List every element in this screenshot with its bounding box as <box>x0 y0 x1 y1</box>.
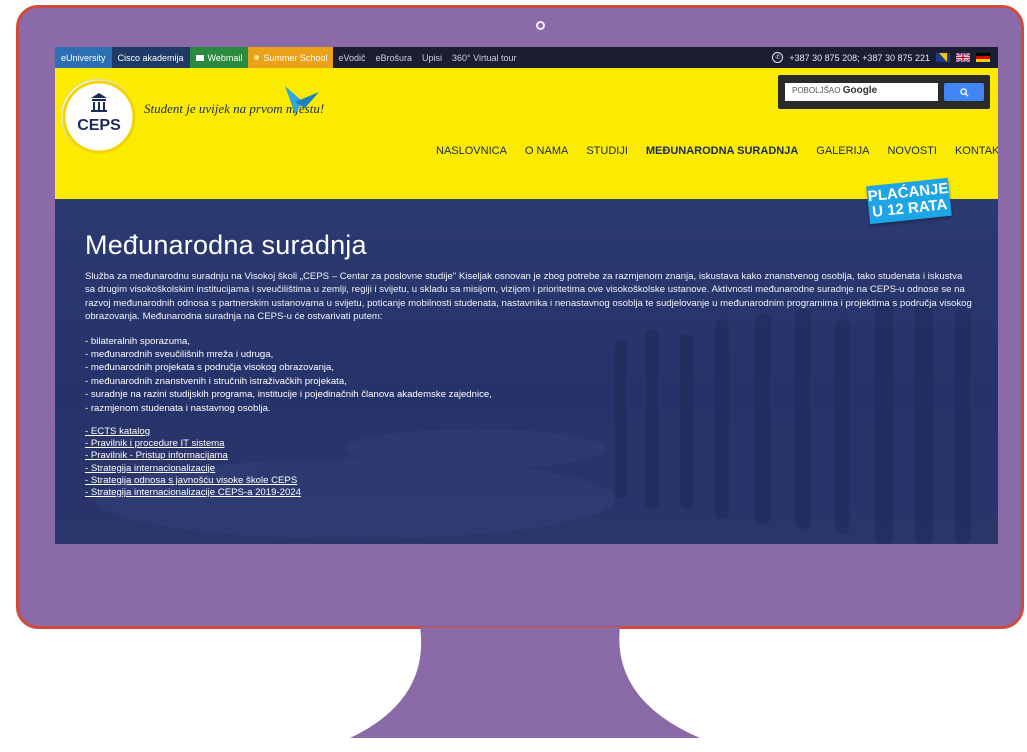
link-strategija-2019-2024[interactable]: - Strategija internacionalizacije CEPS-a… <box>85 487 301 498</box>
main-content: Međunarodna suradnja Služba za međunarod… <box>85 230 975 499</box>
top-bar: eUniversity Cisco akademija Webmail Summ… <box>55 47 998 68</box>
link-strategija-javnost[interactable]: - Strategija odnosa s javnošću visoke šk… <box>85 475 297 486</box>
list-item: - međunarodnih znanstvenih i stručnih is… <box>85 375 347 387</box>
nav-galerija[interactable]: GALERIJA <box>807 145 878 157</box>
search-button[interactable] <box>944 83 984 101</box>
link-ects-katalog[interactable]: - ECTS katalog <box>85 426 150 437</box>
phone-numbers: +387 30 875 208; +387 30 875 221 <box>789 52 930 63</box>
intro-paragraph: Služba za međunarodnu suradnju na Visoko… <box>85 271 972 323</box>
page-title: Međunarodna suradnja <box>85 230 367 260</box>
list-item: - razmjenom studenata i nastavnog osoblj… <box>85 402 271 414</box>
sun-icon <box>254 55 260 60</box>
list-item: - suradnje na razini studijskih programa… <box>85 389 492 401</box>
document-links: - ECTS katalog - Pravilnik i procedure I… <box>85 426 975 499</box>
topbar-link-ebrosura[interactable]: eBrošura <box>370 47 417 68</box>
mail-icon <box>195 54 204 61</box>
topbar-link-webmail[interactable]: Webmail <box>189 47 249 68</box>
flag-bih-icon[interactable] <box>936 53 950 62</box>
nav-o-nama[interactable]: O NAMA <box>516 145 577 157</box>
flag-uk-icon[interactable] <box>956 53 970 62</box>
search-input[interactable] <box>785 83 938 101</box>
topbar-contact: ✆ +387 30 875 208; +387 30 875 221 <box>772 47 990 68</box>
nav-medunarodna-suradnja[interactable]: MEĐUNARODNA SURADNJA <box>637 145 807 157</box>
topbar-link-summer-school[interactable]: Summer School <box>248 47 334 68</box>
bird-logo-icon <box>285 86 319 114</box>
cooperation-list: - bilateralnih sporazuma, - međunarodnih… <box>85 335 975 415</box>
summer-school-label: Summer School <box>263 52 328 63</box>
nav-kontakt[interactable]: KONTAKT <box>946 145 998 157</box>
link-pravilnik-it[interactable]: - Pravilnik i procedure IT sistema <box>85 438 225 449</box>
nav-novosti[interactable]: NOVOSTI <box>878 145 946 157</box>
flag-de-icon[interactable] <box>976 53 990 62</box>
topbar-link-euniversity[interactable]: eUniversity <box>55 47 112 68</box>
website-screen: eUniversity Cisco akademija Webmail Summ… <box>55 47 998 544</box>
link-pravilnik-pristup[interactable]: - Pravilnik - Pristup informacijama <box>85 450 228 461</box>
topbar-link-upisi[interactable]: Upisi <box>417 47 447 68</box>
nav-naslovnica[interactable]: NASLOVNICA <box>427 145 516 157</box>
main-nav: NASLOVNICA O NAMA STUDIJI MEĐUNARODNA SU… <box>427 145 998 157</box>
google-search: POBOLJŠAO Google <box>778 75 990 109</box>
search-icon <box>959 87 969 97</box>
list-item: - međunarodnih projekata s područja viso… <box>85 362 335 374</box>
list-item: - međunarodnih sveučilišnih mreža i udru… <box>85 349 274 361</box>
logo-text: CEPS <box>77 117 121 134</box>
phone-icon: ✆ <box>772 52 784 63</box>
nav-studiji[interactable]: STUDIJI <box>577 145 637 157</box>
topbar-link-cisco[interactable]: Cisco akademija <box>111 47 190 68</box>
webmail-label: Webmail <box>207 52 243 63</box>
ceps-logo[interactable]: CEPS <box>61 79 136 154</box>
site-header: CEPS Student je uvijek na prvom mjestu! … <box>55 68 998 199</box>
link-strategija-internacionalizacije[interactable]: - Strategija internacionalizacije <box>85 463 215 474</box>
list-item: - bilateralnih sporazuma, <box>85 335 191 347</box>
topbar-link-evodic[interactable]: eVodič <box>333 47 370 68</box>
topbar-link-virtual-tour[interactable]: 360° Virtual tour <box>447 47 521 68</box>
